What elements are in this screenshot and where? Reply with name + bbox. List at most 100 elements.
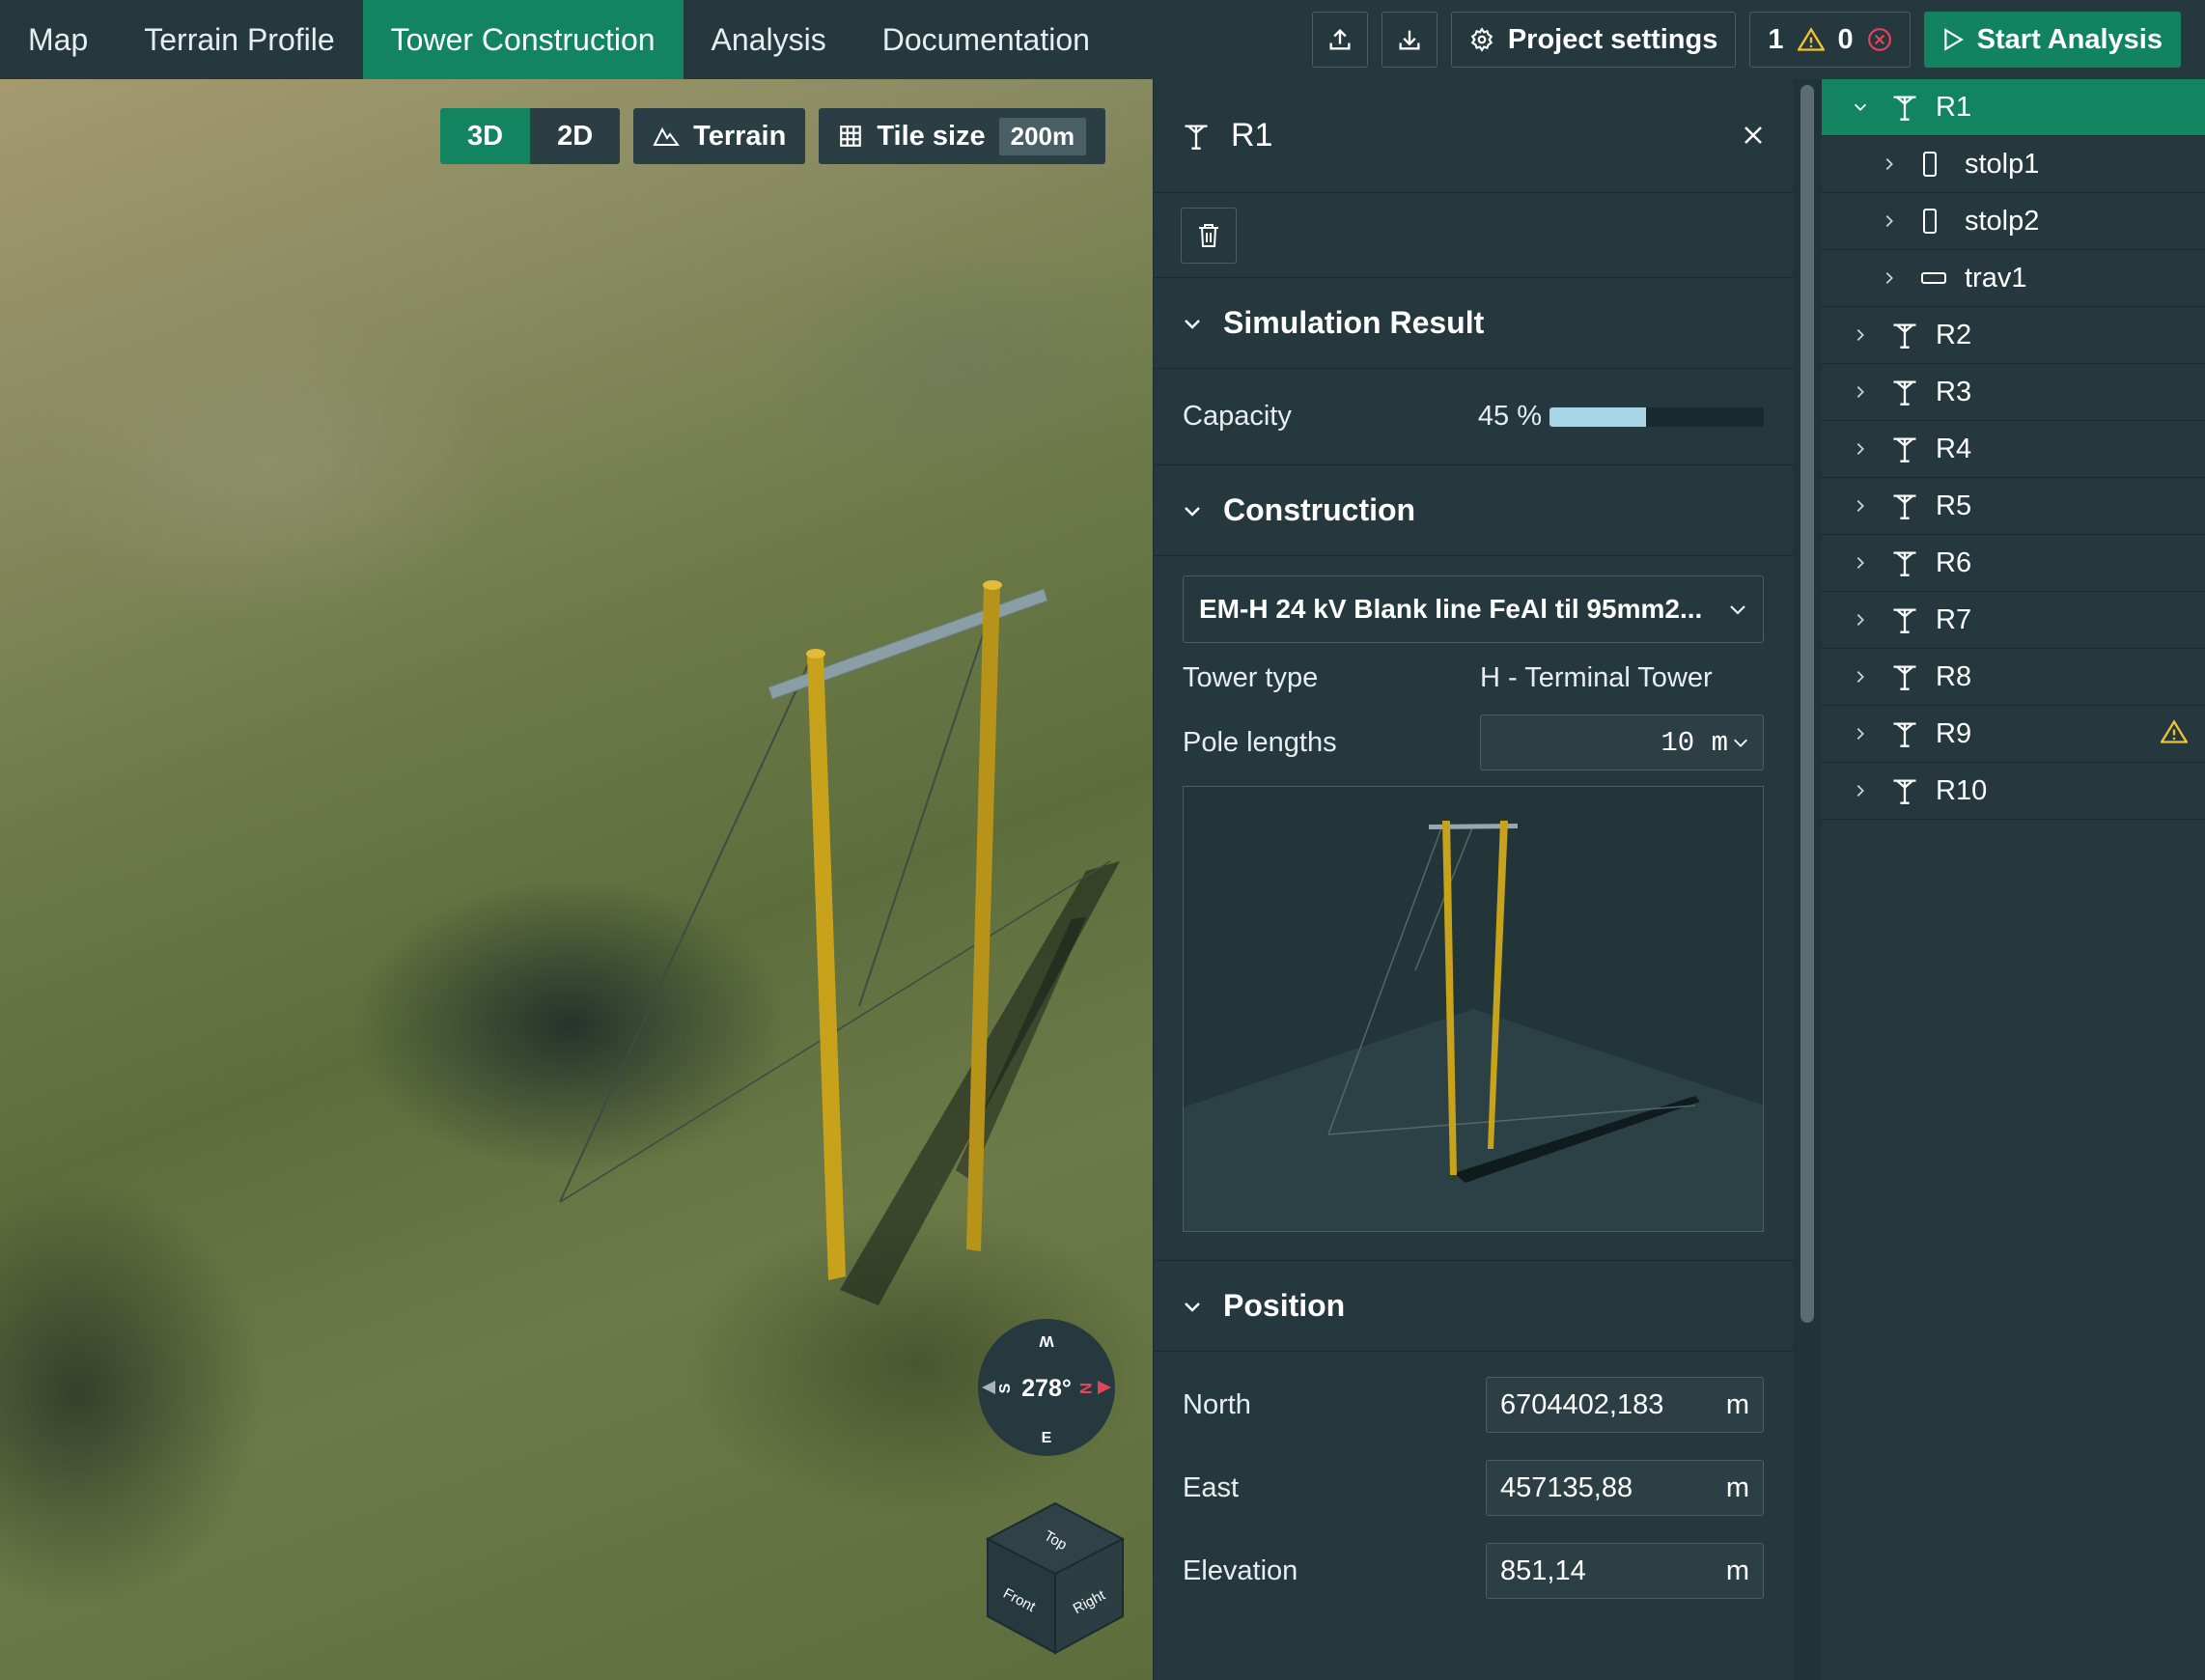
tab-analysis[interactable]: Analysis: [684, 0, 854, 79]
tab-tower-construction[interactable]: Tower Construction: [362, 0, 684, 79]
panel-scrollbar[interactable]: [1793, 79, 1822, 1680]
view-cube[interactable]: Top Front Right: [983, 1498, 1128, 1658]
tree-item-label: stolp1: [1965, 148, 2040, 180]
tree-item-r5[interactable]: R5: [1822, 478, 2205, 535]
tree-item-r2[interactable]: R2: [1822, 307, 2205, 364]
tower-icon: [1893, 779, 1916, 804]
tree-item-stolp2[interactable]: stolp2: [1822, 193, 2205, 250]
view-3d-button[interactable]: 3D: [440, 108, 531, 164]
tree-item-label: stolp2: [1965, 205, 2040, 237]
chevron-right-icon[interactable]: [1849, 668, 1872, 686]
chevron-right-icon[interactable]: [1878, 155, 1901, 173]
east-unit: m: [1725, 1471, 1749, 1503]
pole-lengths-row: Pole lengths 10 m: [1154, 713, 1793, 772]
chevron-right-icon[interactable]: [1878, 269, 1901, 287]
capacity-bar: [1549, 406, 1764, 427]
play-icon: [1943, 28, 1964, 51]
compass-heading: 278°: [1021, 1375, 1072, 1402]
tree-item-r10[interactable]: R10: [1822, 763, 2205, 820]
tree-item-r4[interactable]: R4: [1822, 421, 2205, 478]
tab-map[interactable]: Map: [0, 0, 116, 79]
tower-preview[interactable]: [1183, 786, 1764, 1232]
pole: [807, 654, 846, 1280]
crossarm-icon: [1921, 272, 1946, 284]
compass-e: E: [1042, 1430, 1052, 1446]
chevron-right-icon[interactable]: [1849, 725, 1872, 742]
tile-size-button[interactable]: Tile size 200m: [819, 108, 1106, 164]
delete-button[interactable]: [1181, 207, 1237, 264]
chevron-right-icon[interactable]: [1849, 440, 1872, 458]
tower-icon: [1893, 551, 1916, 576]
tree-item-stolp1[interactable]: stolp1: [1822, 136, 2205, 193]
north-label: North: [1183, 1388, 1251, 1420]
tree-item-r6[interactable]: R6: [1822, 535, 2205, 592]
view-2d-button[interactable]: 2D: [530, 108, 621, 164]
chevron-right-icon[interactable]: [1878, 212, 1901, 230]
scrollbar-thumb[interactable]: [1800, 85, 1814, 1323]
chevron-down-icon: [1734, 739, 1747, 747]
capacity-label: Capacity: [1183, 401, 1292, 432]
chevron-right-icon[interactable]: [1849, 497, 1872, 515]
project-settings-label: Project settings: [1507, 23, 1718, 55]
chevron-right-icon[interactable]: [1849, 611, 1872, 629]
chevron-right-icon[interactable]: [1849, 383, 1872, 401]
chevron-right-icon[interactable]: [1849, 554, 1872, 572]
tree-item-label: R7: [1936, 603, 1972, 635]
chevron-down-icon[interactable]: [1849, 98, 1872, 116]
east-label: East: [1183, 1471, 1240, 1503]
tower-icon: [1893, 323, 1916, 349]
import-button[interactable]: [1381, 12, 1437, 68]
elevation-input[interactable]: 851,14 m: [1486, 1543, 1764, 1599]
tile-size-label: Tile size: [877, 120, 986, 152]
east-input[interactable]: 457135,88 m: [1486, 1460, 1764, 1516]
north-input[interactable]: 6704402,183 m: [1486, 1377, 1764, 1433]
tower-icon: [1185, 124, 1208, 150]
elevation-row: Elevation 851,14 m: [1154, 1529, 1793, 1612]
tree-item-r7[interactable]: R7: [1822, 592, 2205, 649]
capacity-row: Capacity 45 %: [1154, 369, 1793, 465]
tower-icon: [1893, 380, 1916, 406]
pole-lengths-value: 10 m: [1661, 726, 1728, 759]
issues-button[interactable]: 1 0: [1749, 12, 1911, 68]
tower-type-row: Tower type H - Terminal Tower: [1154, 643, 1793, 713]
warning-icon: [2161, 719, 2188, 743]
tree-item-trav1[interactable]: trav1: [1822, 250, 2205, 307]
terrain-label: Terrain: [693, 120, 787, 152]
tree-item-r1[interactable]: R1: [1822, 79, 2205, 136]
pole-lengths-label: Pole lengths: [1183, 726, 1337, 758]
east-row: East 457135,88 m: [1154, 1446, 1793, 1529]
terrain-button[interactable]: Terrain: [633, 108, 806, 164]
tree-item-r8[interactable]: R8: [1822, 649, 2205, 706]
north-value: 6704402,183: [1500, 1388, 1664, 1420]
close-panel-button[interactable]: [1743, 117, 1764, 154]
view-toolbar: 3D 2D Terrain Tile size 200m: [440, 108, 1106, 164]
tab-terrain-profile[interactable]: Terrain Profile: [116, 0, 362, 79]
tree-item-r9[interactable]: R9: [1822, 706, 2205, 763]
simulation-result-section[interactable]: Simulation Result: [1154, 278, 1793, 369]
north-unit: m: [1725, 1388, 1749, 1420]
tab-documentation[interactable]: Documentation: [854, 0, 1118, 79]
project-settings-button[interactable]: Project settings: [1450, 12, 1737, 68]
gear-icon: [1470, 27, 1493, 52]
construction-select[interactable]: EM-H 24 kV Blank line FeAl til 95mm2...: [1183, 575, 1764, 643]
chevron-right-icon[interactable]: [1849, 326, 1872, 344]
tower-tree: R1 stolp1 stolp2 trav1 R2 R3 R4 R5 R6 R7…: [1822, 79, 2205, 1680]
elevation-value: 851,14: [1500, 1554, 1586, 1586]
pole-lengths-select[interactable]: 10 m: [1480, 714, 1764, 770]
guy-wire: [559, 658, 812, 1203]
east-value: 457135,88: [1500, 1471, 1633, 1503]
3d-viewport[interactable]: 3D 2D Terrain Tile size 200m W E S N 278…: [0, 79, 1153, 1680]
compass[interactable]: W E S N 278°: [976, 1317, 1117, 1458]
construction-section[interactable]: Construction: [1154, 465, 1793, 556]
start-analysis-button[interactable]: Start Analysis: [1923, 12, 2181, 68]
tree-item-r3[interactable]: R3: [1822, 364, 2205, 421]
chevron-right-icon[interactable]: [1849, 782, 1872, 799]
construction-select-value: EM-H 24 kV Blank line FeAl til 95mm2...: [1199, 594, 1703, 624]
capacity-value: 45 %: [1477, 401, 1542, 432]
position-section[interactable]: Position: [1154, 1261, 1793, 1352]
panel-title: R1: [1231, 117, 1273, 154]
tree-item-label: R8: [1936, 660, 1972, 692]
panel-actions: [1154, 193, 1793, 278]
export-button[interactable]: [1311, 12, 1368, 68]
trash-icon: [1199, 223, 1218, 247]
